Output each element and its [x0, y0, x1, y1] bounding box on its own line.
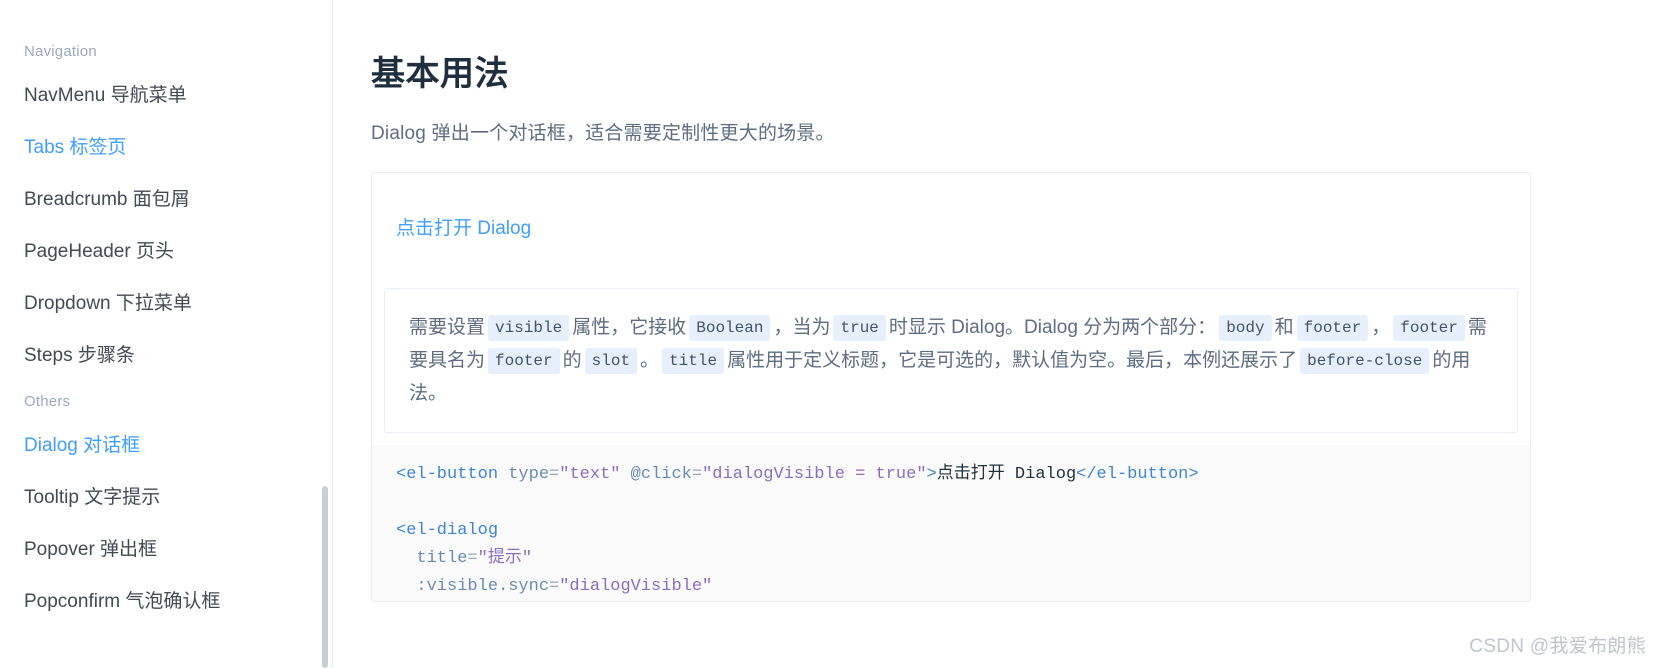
code-chip-slot: slot — [584, 348, 638, 374]
sidebar-item-dropdown[interactable]: Dropdown 下拉菜单 — [0, 278, 332, 330]
code-block[interactable]: <el-button type="text" @click="dialogVis… — [372, 461, 1530, 601]
page-description: Dialog 弹出一个对话框，适合需要定制性更大的场景。 — [371, 123, 835, 144]
code-tag-el-button-close: </el-button> — [1076, 465, 1199, 484]
sidebar-group-navigation: Navigation NavMenu 导航菜单 Tabs 标签页 Breadcr… — [0, 34, 332, 382]
open-dialog-button[interactable]: 点击打开 Dialog — [396, 207, 531, 250]
meta-text-10: 属性用于定义标题，它是可选的，默认值为空。最后，本例还展示了 — [727, 350, 1298, 371]
code-attr-visible-sync: :visible.sync — [416, 577, 550, 596]
meta-text-8: 的 — [562, 350, 582, 371]
code-attr-type: type — [508, 465, 550, 484]
sidebar-item-pageheader[interactable]: PageHeader 页头 — [0, 226, 332, 278]
code-str-text: "text" — [559, 465, 621, 484]
code-chip-boolean: Boolean — [689, 315, 771, 341]
code-chip-footer-3: footer — [488, 348, 560, 374]
sidebar-navigation: Navigation NavMenu 导航菜单 Tabs 标签页 Breadcr… — [0, 0, 333, 668]
main-content: 基本用法 Dialog 弹出一个对话框，适合需要定制性更大的场景。 点击打开 D… — [333, 0, 1660, 668]
documentation-page: Navigation NavMenu 导航菜单 Tabs 标签页 Breadcr… — [0, 0, 1660, 668]
code-eq-3: = — [467, 549, 478, 568]
demo-block: 点击打开 Dialog 需要设置 visible 属性，它接收 Boolean ，当为 t… — [371, 172, 1531, 602]
demo-preview-area: 点击打开 Dialog — [372, 173, 1530, 283]
code-chip-visible: visible — [488, 315, 570, 341]
code-inner-text: 点击打开 Dialog — [936, 465, 1077, 484]
code-tag-el-dialog-open: <el-dialog — [396, 521, 499, 540]
sidebar-item-breadcrumb[interactable]: Breadcrumb 面包屑 — [0, 174, 332, 226]
sidebar-item-popconfirm[interactable]: Popconfirm 气泡确认框 — [0, 576, 332, 628]
code-eq-4: = — [549, 577, 560, 596]
code-str-visible-value: "dialogVisible" — [559, 577, 713, 596]
meta-text-5: 和 — [1274, 317, 1294, 338]
code-tag-el-button-open: <el-button — [396, 465, 499, 484]
demo-meta-description: 需要设置 visible 属性，它接收 Boolean ，当为 true 时显示 Dialo… — [385, 289, 1517, 432]
sidebar-scrollbar-thumb[interactable] — [322, 486, 328, 668]
watermark-text: CSDN @我爱布朗熊 — [1469, 636, 1646, 657]
sidebar-group-title-navigation: Navigation — [24, 43, 97, 60]
meta-text-2: 属性，它接收 — [572, 317, 687, 338]
code-block-wrapper: <el-button type="text" @click="dialogVis… — [372, 445, 1530, 601]
code-str-dialogvisible: "dialogVisible = true" — [702, 465, 927, 484]
meta-text-9: 。 — [640, 350, 660, 371]
sidebar-item-popover[interactable]: Popover 弹出框 — [0, 524, 332, 576]
code-chip-before-close: before-close — [1300, 348, 1430, 374]
code-eq-1: = — [549, 465, 560, 484]
demo-meta-panel: 需要设置 visible 属性，它接收 Boolean ，当为 true 时显示 Dialo… — [384, 288, 1518, 433]
sidebar-item-navmenu[interactable]: NavMenu 导航菜单 — [0, 70, 332, 122]
sidebar-item-dialog[interactable]: Dialog 对话框 — [0, 420, 332, 472]
code-eq-2: = — [691, 465, 703, 484]
code-chip-footer-2: footer — [1393, 315, 1465, 341]
code-chip-title: title — [662, 348, 725, 374]
code-chip-true: true — [833, 315, 886, 341]
meta-text-1: 需要设置 — [409, 317, 486, 338]
sidebar-group-others: Others Dialog 对话框 Tooltip 文字提示 Popover 弹… — [0, 384, 332, 628]
sidebar-item-steps[interactable]: Steps 步骤条 — [0, 330, 332, 382]
page-title: 基本用法 — [371, 55, 509, 93]
code-chip-body: body — [1219, 315, 1272, 341]
code-attr-title: title — [416, 549, 468, 568]
sidebar-item-tabs[interactable]: Tabs 标签页 — [0, 122, 332, 174]
sidebar-group-title-others: Others — [24, 393, 71, 410]
meta-text-6: ， — [1371, 317, 1391, 338]
code-chip-footer-1: footer — [1296, 315, 1369, 341]
code-str-title-value: "提示" — [477, 549, 533, 568]
meta-text-4: 时显示 Dialog。Dialog 分为两个部分： — [888, 317, 1217, 338]
sidebar-item-tooltip[interactable]: Tooltip 文字提示 — [0, 472, 332, 524]
code-attr-click: @click — [630, 465, 692, 484]
meta-text-3: ，当为 — [773, 317, 831, 338]
code-gt-1: > — [926, 465, 937, 484]
